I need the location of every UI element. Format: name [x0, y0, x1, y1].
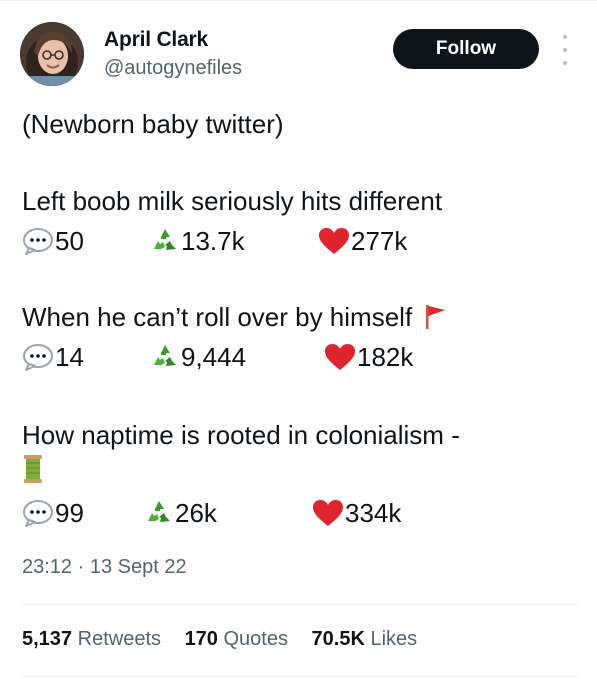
likes-link[interactable]: 70.5K Likes	[312, 628, 418, 650]
divider	[20, 604, 579, 605]
avatar[interactable]	[20, 22, 84, 86]
heart-icon	[313, 500, 343, 526]
like-count: 182k	[357, 342, 414, 372]
reply-stat: 14	[22, 342, 84, 372]
like-count: 334k	[345, 498, 402, 528]
speech-bubble-icon	[23, 228, 53, 255]
retweet-stat: 26k	[144, 498, 217, 528]
likes-label: Likes	[370, 628, 418, 650]
follow-button[interactable]: Follow	[393, 29, 539, 69]
retweets-count: 5,137	[22, 628, 73, 650]
tweet-timestamp[interactable]: 23:12 · 13 Sept 22	[22, 556, 187, 579]
thread-spool-icon	[24, 455, 42, 483]
retweet-stat: 9,444	[150, 342, 246, 372]
more-options-icon[interactable]	[558, 35, 572, 65]
reply-stat: 99	[22, 498, 84, 528]
recycle-icon	[148, 501, 170, 522]
heart-icon	[319, 228, 349, 254]
top-border	[0, 0, 597, 1]
post-stats: 99 26k 334k	[22, 498, 582, 528]
post-emoji-row	[22, 454, 44, 490]
quotes-label: Quotes	[223, 628, 288, 650]
like-stat: 334k	[312, 498, 401, 528]
like-stat: 182k	[324, 342, 413, 372]
speech-bubble-icon	[23, 500, 53, 527]
retweet-stat: 13.7k	[150, 226, 245, 256]
reply-count: 50	[55, 226, 84, 256]
divider	[20, 676, 579, 677]
post-text: When he can’t roll over by himself	[22, 302, 413, 332]
like-count: 277k	[351, 226, 408, 256]
speech-bubble-icon	[23, 344, 53, 371]
author-name[interactable]: April Clark	[104, 28, 208, 52]
reply-stat: 50	[22, 226, 84, 256]
quotes-link[interactable]: 170 Quotes	[185, 628, 288, 650]
recycle-icon	[154, 229, 176, 250]
red-flag-icon	[426, 305, 446, 329]
retweets-link[interactable]: 5,137 Retweets	[22, 628, 161, 650]
author-handle[interactable]: @autogynefiles	[104, 57, 242, 80]
post-stats: 14 9,444 182k	[22, 342, 582, 372]
reply-count: 14	[55, 342, 84, 372]
retweets-label: Retweets	[77, 628, 161, 650]
recycle-icon	[154, 345, 176, 366]
retweet-count: 9,444	[181, 342, 247, 372]
likes-count: 70.5K	[311, 628, 365, 650]
post-text: Left boob milk seriously hits different	[22, 186, 443, 216]
retweet-count: 13.7k	[181, 226, 245, 256]
post-text-row: When he can’t roll over by himself	[22, 302, 449, 332]
quotes-count: 170	[184, 628, 218, 650]
engagement-summary: 5,137 Retweets 170 Quotes 70.5K Likes	[22, 628, 435, 651]
post-stats: 50 13.7k 277k	[22, 226, 582, 256]
like-stat: 277k	[318, 226, 407, 256]
retweet-count: 26k	[175, 498, 217, 528]
reply-count: 99	[55, 498, 84, 528]
post-text: How naptime is rooted in colonialism -	[22, 420, 460, 450]
heart-icon	[325, 344, 355, 370]
tweet-intro: (Newborn baby twitter)	[22, 109, 284, 139]
